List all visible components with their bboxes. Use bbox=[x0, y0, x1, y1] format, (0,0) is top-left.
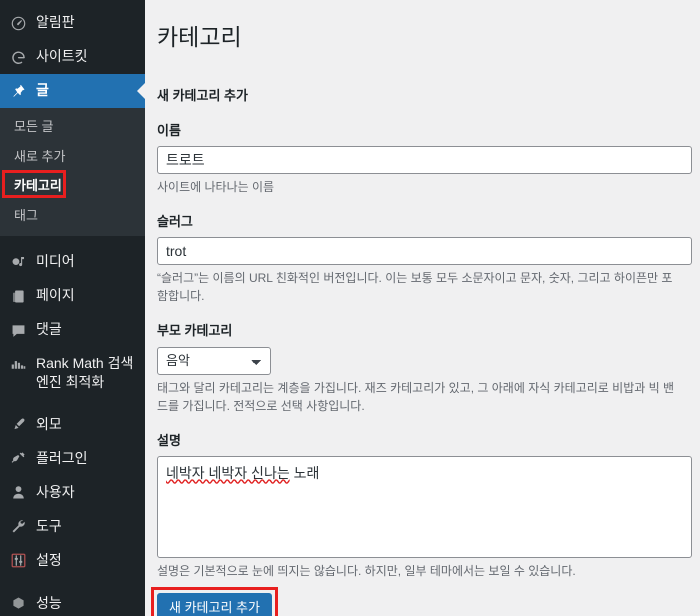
parent-category-select[interactable]: 음악 bbox=[157, 346, 271, 375]
description-textarea-wrap: 네박자 네박자 신나는 노래 bbox=[157, 455, 692, 558]
sidebar-item-plugins[interactable]: 플러그인 bbox=[0, 442, 145, 476]
slug-input[interactable] bbox=[157, 237, 692, 266]
plugin-plug-icon bbox=[8, 449, 28, 469]
name-description: 사이트에 나타나는 이름 bbox=[157, 180, 275, 195]
sidebar-item-dashboard[interactable]: 알림판 bbox=[0, 6, 145, 40]
field-group-slug: 슬러그 “슬러그”는 이름의 URL 친화적인 버전입니다. 이는 보통 모두 … bbox=[157, 213, 692, 305]
sidebar-item-tools[interactable]: 도구 bbox=[0, 510, 145, 544]
menu-separator bbox=[0, 578, 145, 587]
slug-label: 슬러그 bbox=[157, 214, 193, 230]
users-icon bbox=[8, 483, 28, 503]
sidebar-item-rank-math[interactable]: Rank Math 검색엔진 최적화 bbox=[0, 347, 145, 399]
sidebar-item-label: 페이지 bbox=[36, 287, 75, 303]
sidebar-subitem-all-posts[interactable]: 모든 글 bbox=[0, 112, 145, 142]
sidebar-item-sitekit[interactable]: 사이트킷 bbox=[0, 40, 145, 74]
sidebar-item-users[interactable]: 사용자 bbox=[0, 476, 145, 510]
sidebar-item-label: 사용자 bbox=[36, 483, 75, 500]
description-help: 설명은 기본적으로 눈에 띄지는 않습니다. 하지만, 일부 테마에서는 보일 … bbox=[157, 563, 576, 578]
sidebar-item-label: 미디어 bbox=[36, 253, 75, 269]
menu-separator bbox=[0, 236, 145, 245]
appearance-brush-icon bbox=[8, 415, 28, 435]
tools-wrench-icon bbox=[8, 517, 28, 537]
sidebar-item-media[interactable]: 미디어 bbox=[0, 245, 145, 279]
sidebar-item-label: 외모 bbox=[36, 415, 62, 432]
parent-category-description: 태그와 달리 카테고리는 계층을 가집니다. 재즈 카테고리가 있고, 그 아래… bbox=[157, 380, 675, 413]
google-sitekit-icon bbox=[8, 47, 28, 67]
sidebar-item-label: 성능 bbox=[36, 594, 62, 611]
sidebar-item-settings[interactable]: 설정 bbox=[0, 544, 145, 578]
dashboard-icon bbox=[8, 13, 28, 33]
sidebar-subitem-tags[interactable]: 태그 bbox=[0, 201, 145, 231]
main-content: 카테고리 새 카테고리 추가 이름 사이트에 나타나는 이름 슬러그 “슬러그”… bbox=[145, 0, 700, 616]
sidebar-item-appearance[interactable]: 외모 bbox=[0, 408, 145, 442]
page-icon bbox=[8, 286, 28, 306]
description-textarea[interactable] bbox=[157, 455, 692, 558]
sidebar-item-performance[interactable]: 성능 bbox=[0, 587, 145, 616]
sidebar-subitem-categories[interactable]: 카테고리 bbox=[0, 171, 145, 201]
sidebar-item-label: 사이트킷 bbox=[36, 48, 88, 64]
sidebar-item-posts[interactable]: 글 bbox=[0, 74, 145, 108]
description-label: 설명 bbox=[157, 432, 181, 448]
media-icon bbox=[8, 252, 28, 272]
posts-submenu: 모든 글 새로 추가 카테고리 태그 bbox=[0, 108, 145, 236]
parent-category-label: 부모 카테고리 bbox=[157, 323, 233, 339]
slug-description: “슬러그”는 이름의 URL 친화적인 버전입니다. 이는 보통 모두 소문자이… bbox=[157, 271, 673, 304]
settings-sliders-icon bbox=[8, 551, 28, 571]
sidebar-item-label: Rank Math 검색엔진 최적화 bbox=[36, 355, 134, 390]
comment-icon bbox=[8, 320, 28, 340]
name-label: 이름 bbox=[157, 123, 181, 139]
section-title-add-new-category: 새 카테고리 추가 bbox=[157, 87, 248, 103]
menu-separator bbox=[0, 399, 145, 408]
field-group-name: 이름 사이트에 나타나는 이름 bbox=[157, 122, 692, 196]
sidebar-item-pages[interactable]: 페이지 bbox=[0, 279, 145, 313]
admin-page: 알림판 사이트킷 글 모든 글 새로 추가 카테고리 태그 미디어 페이지 댓글… bbox=[0, 0, 700, 616]
sidebar-item-label: 설정 bbox=[36, 551, 62, 568]
sidebar-item-comments[interactable]: 댓글 bbox=[0, 313, 145, 347]
sidebar-item-label: 글 bbox=[36, 82, 49, 98]
add-new-category-button[interactable]: 새 카테고리 추가 bbox=[157, 592, 272, 616]
field-group-parent-category: 부모 카테고리 음악 태그와 달리 카테고리는 계층을 가집니다. 재즈 카테고… bbox=[157, 322, 692, 414]
page-title: 카테고리 bbox=[157, 24, 242, 50]
sidebar-item-label: 알림판 bbox=[36, 14, 75, 30]
sidebar-item-label: 댓글 bbox=[36, 321, 62, 337]
sidebar-item-label: 플러그인 bbox=[36, 449, 88, 466]
admin-sidebar: 알림판 사이트킷 글 모든 글 새로 추가 카테고리 태그 미디어 페이지 댓글… bbox=[0, 0, 145, 616]
name-input[interactable] bbox=[157, 146, 692, 175]
pin-icon bbox=[8, 81, 28, 101]
performance-icon bbox=[8, 594, 28, 614]
sidebar-item-label: 도구 bbox=[36, 517, 62, 534]
field-group-description: 설명 네박자 네박자 신나는 노래 설명은 기본적으로 눈에 띄지는 않습니다.… bbox=[157, 432, 692, 580]
sidebar-subitem-add-new[interactable]: 새로 추가 bbox=[0, 142, 145, 172]
submit-row: 새 카테고리 추가 bbox=[151, 586, 692, 616]
rank-math-icon bbox=[8, 354, 28, 374]
